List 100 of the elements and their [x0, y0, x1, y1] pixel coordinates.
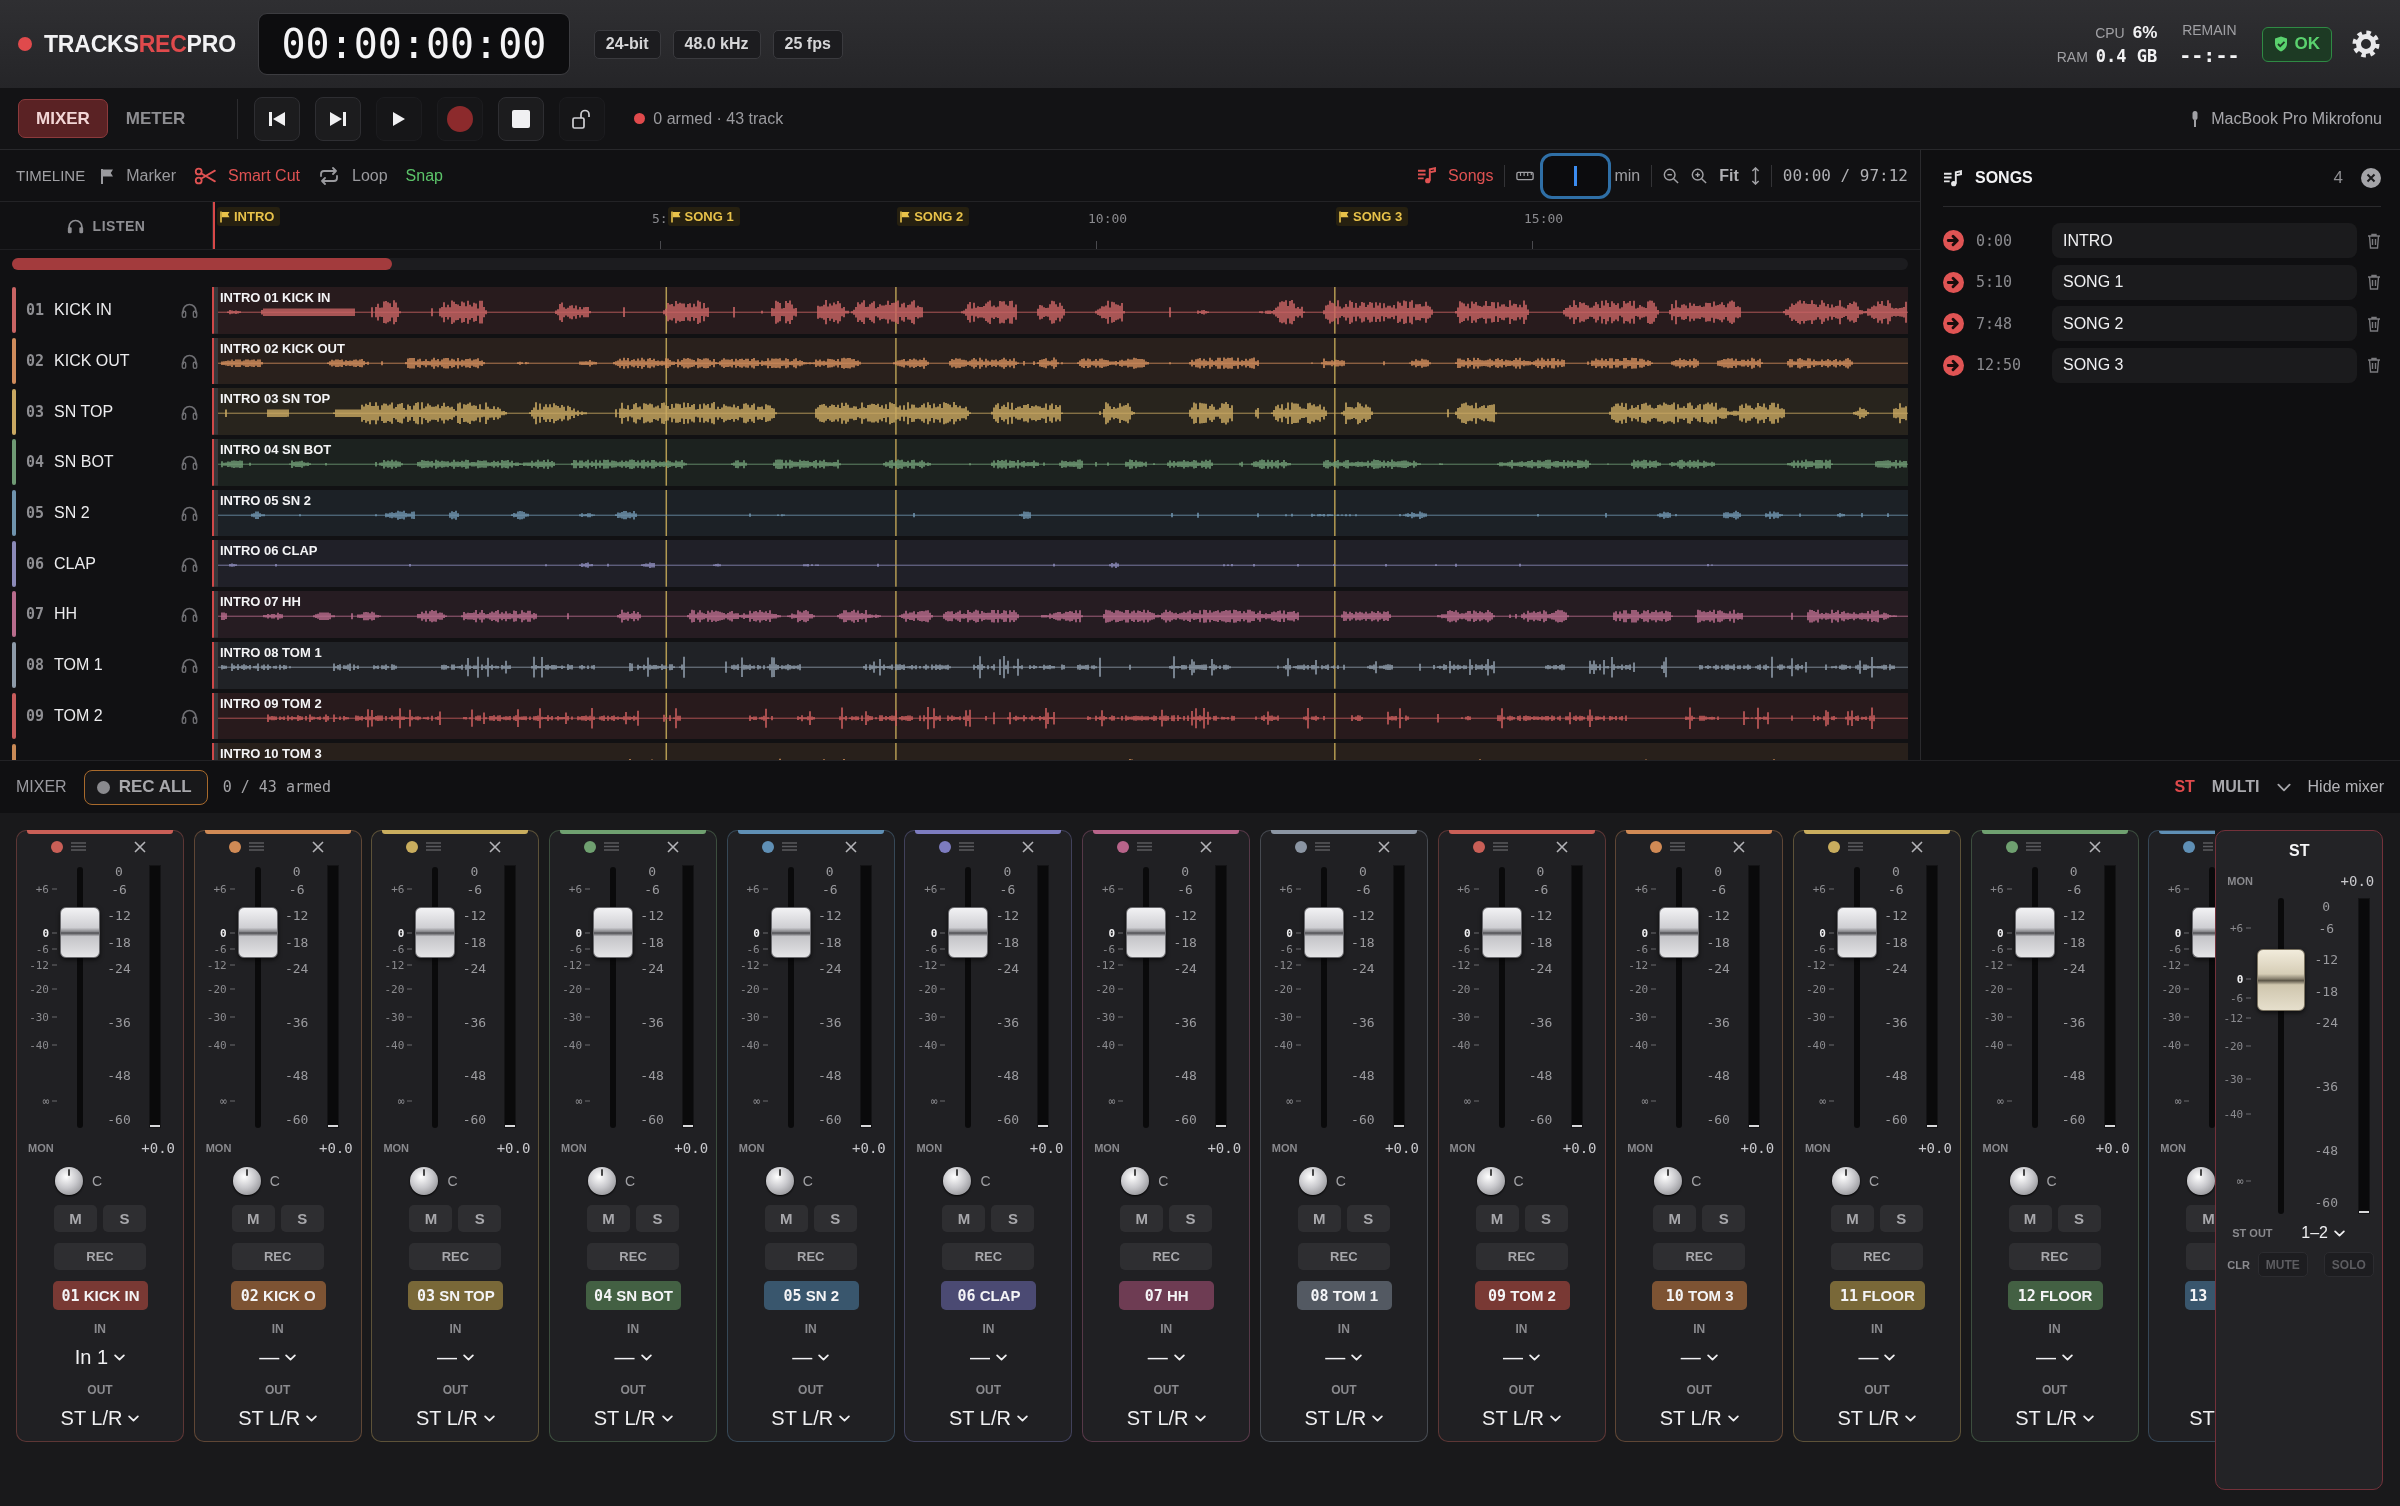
input-select[interactable]: — [2036, 1345, 2074, 1370]
output-select[interactable]: ST L/R [1126, 1406, 1206, 1431]
output-select[interactable]: ST L/R [593, 1406, 673, 1431]
mute-button[interactable]: M [409, 1204, 453, 1232]
solo-button[interactable]: S [103, 1204, 146, 1232]
fader-handle[interactable] [237, 906, 278, 958]
trash-icon[interactable] [2367, 232, 2381, 249]
fader-handle[interactable] [415, 906, 456, 958]
input-select[interactable]: — [969, 1345, 1007, 1370]
drag-handle-icon[interactable] [248, 842, 264, 851]
song-name-field[interactable]: INTRO [2052, 223, 2357, 258]
vertical-arrows-icon[interactable] [1750, 166, 1760, 185]
skip-forward-button[interactable] [315, 96, 362, 141]
trash-icon[interactable] [2367, 357, 2381, 373]
fader-handle[interactable] [593, 906, 634, 958]
headphones-icon[interactable] [181, 657, 198, 674]
song-name-field[interactable]: SONG 1 [2052, 264, 2357, 300]
headphones-icon[interactable] [181, 555, 198, 572]
mute-button[interactable]: M [764, 1204, 808, 1232]
pan-knob[interactable] [1121, 1166, 1150, 1195]
solo-button[interactable]: S [458, 1204, 502, 1232]
record-arm-button[interactable]: REC [54, 1242, 146, 1270]
loop-button[interactable]: Loop [318, 166, 388, 185]
pan-knob[interactable] [55, 1166, 83, 1195]
pan-knob[interactable] [232, 1166, 261, 1195]
headphones-icon[interactable] [181, 606, 198, 623]
close-icon[interactable] [1910, 840, 1923, 853]
mute-button[interactable]: M [1830, 1204, 1874, 1232]
song-marker[interactable]: SONG 2 [897, 207, 970, 226]
input-select[interactable]: — [1147, 1345, 1185, 1370]
close-icon[interactable] [2361, 168, 2381, 188]
mute-button[interactable]: M [942, 1204, 986, 1232]
song-name-field[interactable]: SONG 3 [2052, 347, 2357, 383]
mute-button[interactable]: M [2008, 1204, 2052, 1232]
input-select[interactable]: — [436, 1345, 474, 1370]
view-tab[interactable]: MIXER [18, 99, 108, 138]
drag-handle-icon[interactable] [1137, 842, 1153, 851]
solo-button[interactable]: S [813, 1204, 857, 1232]
input-select[interactable]: — [1858, 1345, 1896, 1370]
drag-handle-icon[interactable] [1314, 842, 1330, 851]
settings-icon[interactable] [2352, 30, 2380, 58]
close-icon[interactable] [667, 840, 680, 853]
record-arm-button[interactable]: REC [587, 1242, 680, 1270]
record-arm-button[interactable]: REC [409, 1242, 502, 1270]
mute-button[interactable]: M [587, 1204, 631, 1232]
audio-clip[interactable]: INTRO 01 KICK IN [212, 287, 1908, 334]
input-select[interactable]: — [792, 1345, 830, 1370]
pan-knob[interactable] [1298, 1166, 1327, 1195]
headphones-icon[interactable] [181, 353, 198, 370]
close-icon[interactable] [1377, 840, 1390, 853]
mute-button[interactable]: M [1120, 1204, 1164, 1232]
output-select[interactable]: ST L/R [415, 1406, 495, 1431]
drag-handle-icon[interactable] [1670, 842, 1686, 851]
output-select[interactable]: 1–2 [2301, 1224, 2345, 1242]
headphones-icon[interactable] [181, 505, 198, 522]
output-select[interactable]: ST L/R [949, 1406, 1028, 1431]
input-select[interactable]: — [259, 1345, 297, 1370]
headphones-icon[interactable] [181, 302, 198, 319]
output-select[interactable]: ST L/R [771, 1406, 851, 1431]
listen-button[interactable]: LISTEN [0, 202, 212, 249]
audio-clip[interactable]: INTRO 04 SN BOT [212, 439, 1908, 486]
record-arm-button[interactable]: REC [1653, 1242, 1746, 1270]
fader-handle[interactable] [60, 906, 100, 958]
close-icon[interactable] [311, 840, 324, 853]
arrow-right-circle-icon[interactable] [1943, 230, 1964, 251]
mute-button[interactable]: M [1475, 1204, 1519, 1232]
skip-back-button[interactable] [254, 96, 301, 141]
arrow-right-circle-icon[interactable] [1943, 354, 1964, 376]
mute-button[interactable]: M [231, 1204, 275, 1232]
record-arm-button[interactable]: REC [231, 1242, 324, 1270]
song-marker[interactable]: SONG 3 [1336, 207, 1409, 226]
fader-handle[interactable] [1659, 906, 1700, 958]
audio-clip[interactable]: INTRO 07 HH [212, 591, 1908, 638]
mute-button[interactable]: M [2186, 1204, 2216, 1232]
songs-toggle[interactable]: Songs [1417, 166, 1494, 185]
pan-knob[interactable] [765, 1166, 794, 1195]
solo-button[interactable]: S [1524, 1204, 1568, 1232]
output-select[interactable]: ST L/R [238, 1406, 318, 1431]
pan-knob[interactable] [1476, 1166, 1505, 1195]
solo-button[interactable]: S [991, 1204, 1035, 1232]
pan-knob[interactable] [1654, 1166, 1683, 1195]
mute-button[interactable]: M [1653, 1204, 1697, 1232]
solo-button[interactable]: S [636, 1204, 680, 1232]
fader-handle[interactable] [948, 906, 989, 958]
scrollbar-thumb[interactable] [12, 258, 392, 270]
zoom-out-icon[interactable] [1663, 167, 1680, 184]
audio-clip[interactable]: INTRO 03 SN TOP [212, 388, 1908, 436]
mixer-mode-tab[interactable]: ST [2174, 778, 2195, 796]
output-select[interactable]: ST L/R [1304, 1406, 1384, 1431]
fader-handle[interactable] [2257, 949, 2306, 1012]
stop-button[interactable] [498, 96, 545, 141]
marker-button[interactable]: Marker [100, 166, 176, 185]
drag-handle-icon[interactable] [426, 842, 442, 851]
drag-handle-icon[interactable] [71, 842, 86, 851]
audio-clip[interactable]: INTRO 06 CLAP [212, 540, 1908, 588]
drag-handle-icon[interactable] [781, 842, 797, 851]
pan-knob[interactable] [2009, 1166, 2038, 1195]
input-select[interactable]: — [1680, 1345, 1718, 1370]
view-tab[interactable]: METER [107, 99, 204, 138]
trash-icon[interactable] [2367, 274, 2381, 290]
